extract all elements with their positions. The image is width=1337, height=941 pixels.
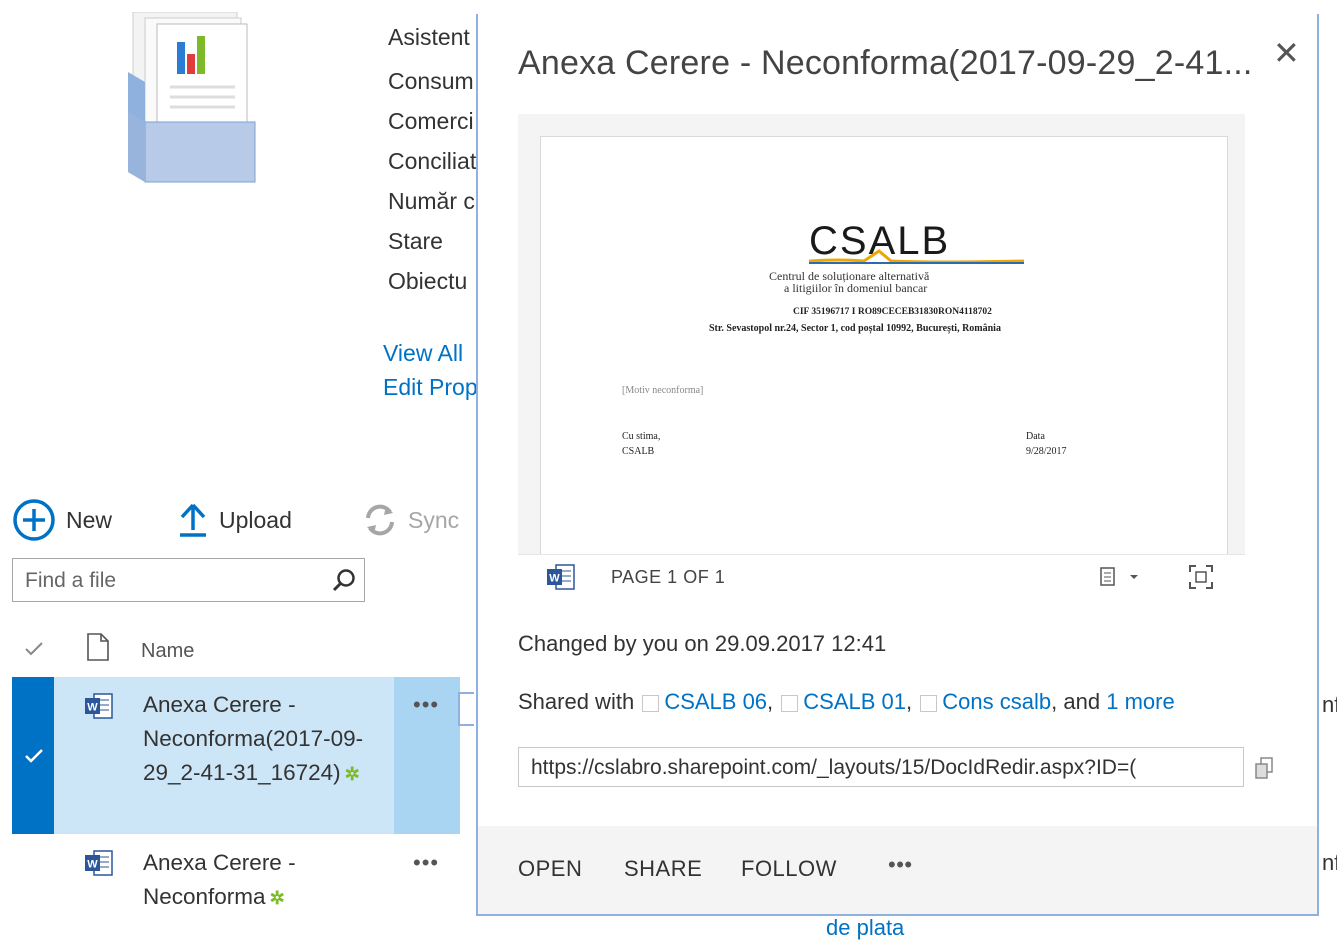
open-action[interactable]: OPEN (518, 856, 582, 882)
plus-circle-icon (13, 499, 55, 541)
document-url-box (518, 747, 1244, 787)
file-type-header-icon (87, 633, 109, 661)
file-name-link[interactable]: Anexa Cerere - Neconforma(2017-09-29_2-4… (143, 688, 383, 791)
new-item-icon: ✲ (269, 888, 285, 908)
search-icon[interactable] (331, 568, 357, 594)
more-users-link[interactable]: 1 more (1106, 689, 1174, 714)
sync-icon (366, 504, 394, 536)
property-label-obiectul: Obiectu (388, 268, 468, 294)
property-label-consum: Consum (388, 68, 474, 94)
document-library-icon (128, 12, 256, 183)
upload-label: Upload (219, 506, 292, 533)
changed-by-text: Changed by you on 29.09.2017 12:41 (518, 631, 887, 656)
new-button[interactable]: New (12, 499, 113, 541)
close-icon[interactable]: ✕ (1273, 34, 1300, 72)
shared-user-link[interactable]: CSALB 01 (803, 689, 906, 714)
svg-text:W: W (87, 702, 98, 714)
word-document-icon: W (85, 850, 113, 876)
svg-text:W: W (87, 859, 98, 871)
copy-url-icon[interactable] (1254, 757, 1274, 781)
address-line: Str. Sevastopol nr.24, Sector 1, cod poș… (709, 323, 1001, 334)
column-value-link[interactable]: de plata (826, 915, 904, 941)
find-a-file-box (12, 558, 365, 602)
document-callout: Anexa Cerere - Neconforma(2017-09-29_2-4… (476, 14, 1319, 916)
greeting-line-1: Cu stima, (622, 431, 661, 442)
property-label-conciliat: Conciliat (388, 148, 477, 174)
page-view-menu-icon[interactable] (1100, 566, 1140, 588)
row-ellipsis-button[interactable]: ••• (413, 850, 439, 876)
search-input[interactable] (23, 565, 317, 597)
upload-button[interactable]: Upload (177, 500, 292, 540)
property-label-asistent: Asistent (388, 24, 470, 50)
clipped-column-text: nf (1322, 692, 1337, 717)
callout-actions: OPEN SHARE FOLLOW ••• (478, 826, 1317, 914)
clipped-column-text: nf (1322, 850, 1337, 875)
document-url-field[interactable] (529, 752, 1243, 784)
motiv-placeholder: [Motiv neconforma] (622, 385, 704, 396)
edit-properties-link[interactable]: Edit Prop (383, 374, 478, 401)
file-name-link[interactable]: Anexa Cerere - Neconforma ✲ (143, 846, 383, 915)
checkmark-icon (25, 749, 43, 763)
page-indicator: PAGE 1 OF 1 (611, 567, 726, 587)
shared-user-link[interactable]: CSALB 06 (664, 689, 767, 714)
user-presence-icon (642, 694, 660, 712)
user-presence-icon (781, 694, 799, 712)
word-document-icon: W (85, 693, 113, 719)
row-select-checkbox[interactable] (12, 677, 54, 834)
preview-toolbar: W PAGE 1 OF 1 (518, 554, 1245, 600)
user-presence-icon (920, 694, 938, 712)
sync-label: Sync (408, 506, 460, 533)
select-all-check-icon[interactable] (24, 640, 44, 658)
svg-text:W: W (549, 573, 560, 585)
document-preview[interactable]: CSALB Centrul de soluționare alternativă… (518, 114, 1245, 600)
fullscreen-icon[interactable] (1188, 564, 1214, 590)
upload-arrow-icon (180, 503, 206, 537)
shared-user-link[interactable]: Cons csalb (942, 689, 1051, 714)
new-item-icon: ✲ (344, 764, 360, 784)
property-label-numar: Număr c (388, 188, 475, 214)
cif-line: CIF 35196717 I RO89CECEB31830RON4118702 (793, 307, 992, 317)
date-value: 9/28/2017 (1026, 446, 1067, 457)
date-label: Data (1026, 431, 1045, 442)
new-label: New (66, 506, 113, 533)
callout-pointer (458, 692, 474, 726)
row-ellipsis-button[interactable]: ••• (413, 692, 439, 718)
follow-action[interactable]: FOLLOW (741, 856, 837, 882)
shared-with-line: Shared with CSALB 06, CSALB 01, Cons csa… (518, 689, 1175, 714)
more-actions-button[interactable]: ••• (888, 852, 913, 878)
view-all-link[interactable]: View All (383, 340, 463, 367)
property-label-comerci: Comerci (388, 108, 474, 134)
greeting-line-2: CSALB (622, 446, 655, 457)
sync-button[interactable]: Sync (362, 500, 459, 540)
callout-title: Anexa Cerere - Neconforma(2017-09-29_2-4… (518, 44, 1253, 82)
name-column-header[interactable]: Name (141, 640, 194, 663)
word-app-icon: W (547, 564, 575, 590)
logo-subtitle-2: a litigiilor în domeniul bancar (784, 281, 928, 295)
share-action[interactable]: SHARE (624, 856, 702, 882)
property-label-stare: Stare (388, 228, 443, 254)
preview-page: CSALB Centrul de soluționare alternativă… (540, 136, 1228, 556)
